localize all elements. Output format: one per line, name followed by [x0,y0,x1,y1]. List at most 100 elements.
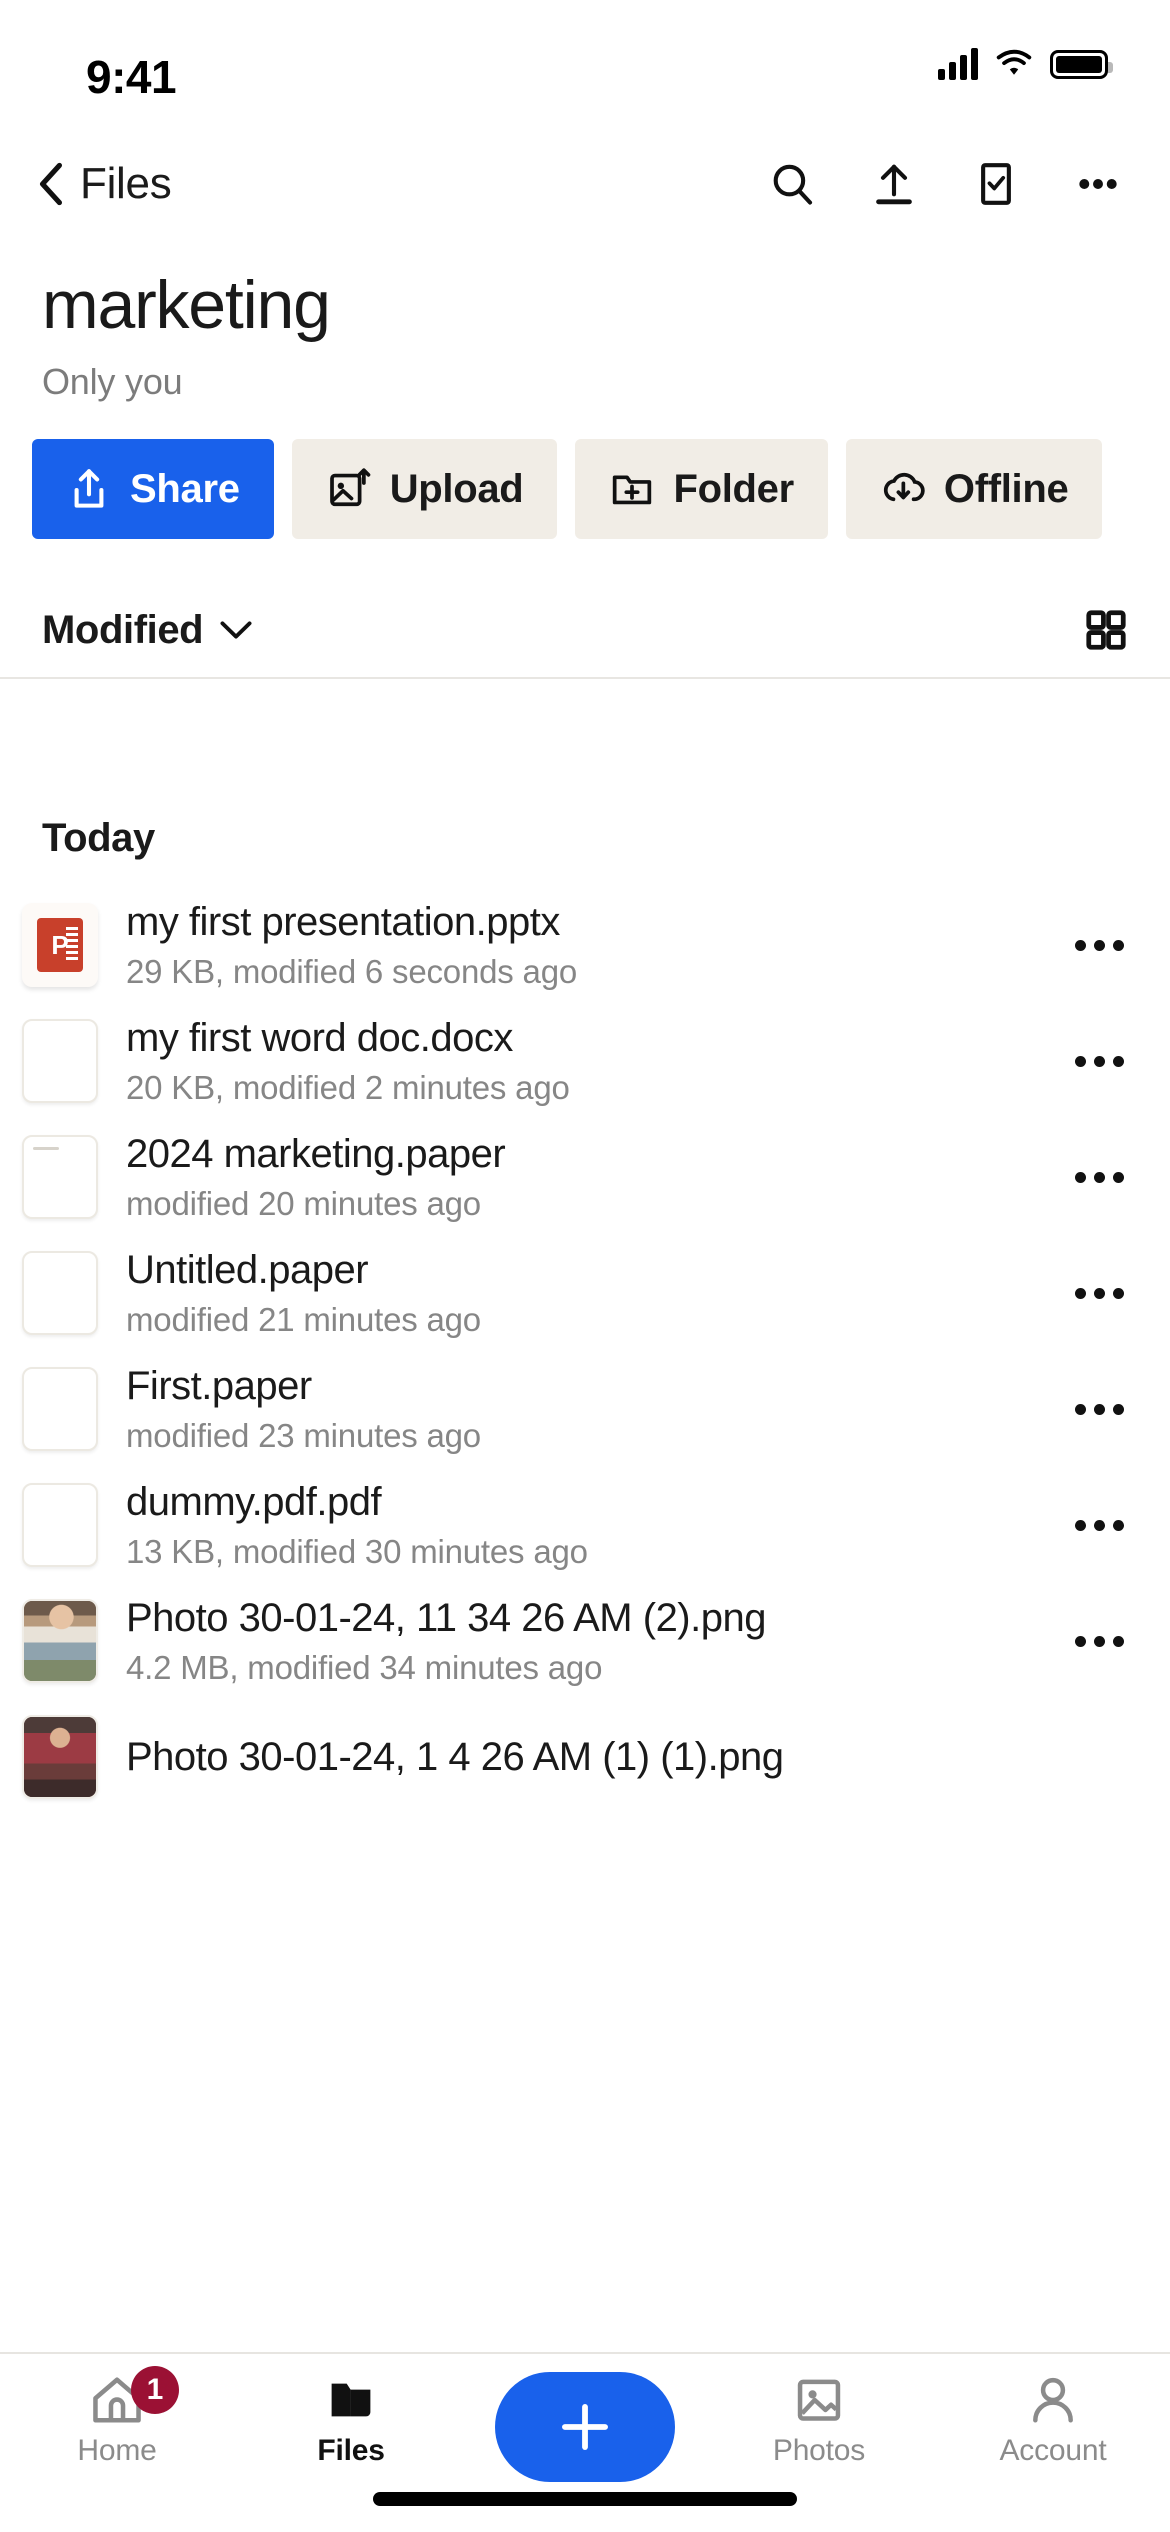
file-meta: 20 KB, modified 2 minutes ago [126,1069,570,1106]
row-more-icon[interactable] [1064,1519,1134,1531]
tab-photos-label: Photos [772,2434,866,2467]
file-row-text: Photo 30-01-24, 1 4 26 AM (1) (1).png [126,1734,1134,1780]
paper-file-icon [22,1135,98,1219]
status-bar: 9:41 [0,0,1170,132]
file-name: 2024 marketing.paper [126,1132,506,1176]
share-button-label: Share [130,466,240,511]
chevron-down-icon [220,621,252,639]
file-row-text: my first word doc.docx 20 KB, modified 2 … [126,1015,1052,1107]
home-badge: 1 [131,2366,179,2414]
table-row[interactable]: Untitled.paper modified 21 minutes ago [0,1235,1170,1351]
table-row[interactable]: Photo 30-01-24, 11 34 26 AM (2).png 4.2 M… [0,1583,1170,1699]
folder-header: marketing Only you [0,236,1170,403]
upload-icon[interactable] [870,160,918,208]
file-row-text: Untitled.paper modified 21 minutes ago [126,1247,1052,1339]
file-name: Untitled.paper [126,1248,369,1292]
plus-icon [562,2404,608,2450]
folder-sharing-status: Only you [42,361,183,403]
wifi-icon [996,49,1032,75]
generic-file-icon [22,1483,98,1567]
create-fab-button[interactable] [495,2372,675,2482]
folder-button-label: Folder [673,466,794,511]
image-upload-icon [329,468,371,507]
powerpoint-glyph: P [37,918,83,972]
folder-button[interactable]: Folder [575,439,828,540]
generic-file-icon [22,1019,98,1103]
status-indicators [938,48,1113,80]
battery-full-icon [1050,49,1113,79]
file-meta: 4.2 MB, modified 34 minutes ago [126,1649,603,1686]
file-meta: 29 KB, modified 6 seconds ago [126,953,577,990]
person-icon [1033,2377,1073,2423]
folder-icon [331,2383,371,2417]
row-more-icon[interactable] [1064,1287,1134,1299]
table-row[interactable]: Photo 30-01-24, 1 4 26 AM (1) (1).png [0,1699,1170,1815]
file-list[interactable]: Today Pmy first presentation.pptx 29 KB, … [0,780,1170,2392]
tab-files-label: Files [317,2434,385,2467]
photo-thumbnail-image [24,1601,96,1681]
row-more-icon[interactable] [1064,1403,1134,1415]
share-icon [74,469,104,509]
more-horizontal-icon[interactable] [1074,160,1122,208]
file-name: First.paper [126,1364,312,1408]
app-screen: 9:41 Files marketing Only you Share Uplo… [0,0,1170,2532]
row-more-icon[interactable] [1064,939,1134,951]
offline-button[interactable]: Offline [845,439,1103,540]
tab-create[interactable] [468,2372,702,2482]
file-name: my first word doc.docx [126,1016,513,1060]
file-name: my first presentation.pptx [126,900,560,944]
navbar-actions [768,160,1122,208]
cloud-download-icon [883,473,925,502]
file-name: Photo 30-01-24, 1 4 26 AM (1) (1).png [126,1735,784,1779]
file-meta: 13 KB, modified 30 minutes ago [126,1533,588,1570]
file-name: dummy.pdf.pdf [126,1480,382,1524]
row-more-icon[interactable] [1064,1055,1134,1067]
cellular-signal-icon [938,48,978,80]
sort-label: Modified [42,607,204,652]
file-row-text: dummy.pdf.pdf 13 KB, modified 30 minutes … [126,1479,1052,1571]
select-checkbox-icon[interactable] [972,160,1020,208]
navigation-bar: Files [0,132,1170,236]
row-more-icon[interactable] [1064,1171,1134,1183]
powerpoint-file-icon: P [22,903,98,987]
file-name: Photo 30-01-24, 11 34 26 AM (2).png [126,1596,766,1640]
share-button[interactable]: Share [32,439,274,540]
upload-button-label: Upload [389,466,524,511]
table-row[interactable]: dummy.pdf.pdf 13 KB, modified 30 minutes … [0,1467,1170,1583]
photo-thumbnail [22,1599,98,1683]
status-time: 9:41 [86,51,177,103]
photo-thumbnail [22,1715,98,1799]
table-row[interactable]: Pmy first presentation.pptx 29 KB, modifi… [0,887,1170,1003]
sort-selector[interactable]: Modified [42,608,253,653]
file-row-text: First.paper modified 23 minutes ago [126,1363,1052,1455]
file-meta: modified 21 minutes ago [126,1301,481,1338]
search-icon[interactable] [768,160,816,208]
file-meta: modified 20 minutes ago [126,1185,481,1222]
file-rows: Pmy first presentation.pptx 29 KB, modifi… [0,887,1170,1815]
folder-plus-icon [613,475,652,505]
sort-bar: Modified [0,583,1170,680]
back-button[interactable]: Files [36,159,172,209]
tab-photos[interactable]: Photos [702,2372,936,2468]
tab-account-label: Account [999,2434,1107,2467]
quick-actions-row: Share Upload Folder Offline [0,439,1170,549]
table-row[interactable]: First.paper modified 23 minutes ago [0,1351,1170,1467]
generic-file-icon [22,1251,98,1335]
tab-account[interactable]: Account [936,2372,1170,2468]
home-indicator [373,2492,797,2506]
chevron-left-icon [39,162,62,206]
table-row[interactable]: my first word doc.docx 20 KB, modified 2 … [0,1003,1170,1119]
file-meta: modified 23 minutes ago [126,1417,481,1454]
tab-files[interactable]: Files [234,2372,468,2468]
photo-thumbnail-image [24,1717,96,1797]
row-more-icon[interactable] [1064,1635,1134,1647]
tab-home[interactable]: Home 1 [0,2366,234,2468]
back-button-label: Files [80,159,172,208]
upload-button[interactable]: Upload [291,439,558,540]
table-row[interactable]: 2024 marketing.paper modified 20 minutes … [0,1119,1170,1235]
offline-button-label: Offline [943,466,1069,511]
list-group-header: Today [42,816,155,860]
page-title: marketing [42,267,331,343]
grid-view-icon[interactable] [1084,608,1128,652]
file-row-text: my first presentation.pptx 29 KB, modifie… [126,899,1052,991]
